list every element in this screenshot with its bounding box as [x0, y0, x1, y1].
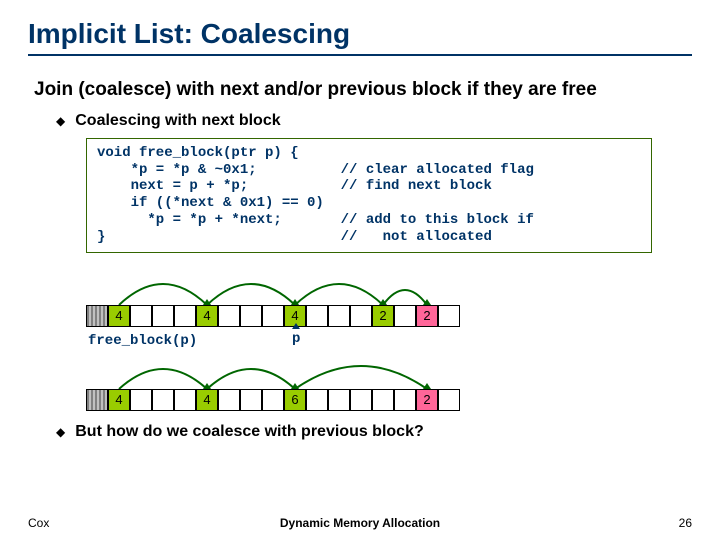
heap-cell [130, 389, 152, 411]
heap-cell [240, 305, 262, 327]
slide-footer: Cox Dynamic Memory Allocation 26 [0, 516, 720, 530]
bullet-icon: ◆ [56, 114, 65, 128]
heap-cell: 6 [284, 389, 306, 411]
title-rule [28, 54, 692, 56]
heap-cell [306, 305, 328, 327]
footer-page-number: 26 [679, 516, 692, 530]
heap-cell [86, 305, 108, 327]
heap-cell [328, 389, 350, 411]
heap-diagram: 44422 free_block(p) p 4462 [86, 263, 626, 411]
heap-cell: 4 [196, 389, 218, 411]
footer-author: Cox [28, 516, 49, 530]
pointer-p-arrow-icon [292, 323, 300, 329]
heap-cell [174, 305, 196, 327]
heap-row-before: 44422 [86, 263, 626, 327]
heap-cell [394, 305, 416, 327]
slide-title: Implicit List: Coalescing [28, 18, 692, 50]
heap-cell: 2 [372, 305, 394, 327]
heap-cell [328, 305, 350, 327]
bullet-icon: ◆ [56, 425, 65, 439]
heap-cell [218, 305, 240, 327]
link-arcs-before [86, 263, 626, 305]
bullet-text: But how do we coalesce with previous blo… [75, 423, 424, 441]
heap-cell [152, 389, 174, 411]
heap-cell [262, 305, 284, 327]
heap-cell [306, 389, 328, 411]
bullet-prev-question: ◆ But how do we coalesce with previous b… [28, 423, 692, 441]
pointer-p-label: p [292, 331, 300, 347]
heap-cell: 2 [416, 389, 438, 411]
bullet-coalesce-next: ◆ Coalescing with next block [28, 112, 692, 130]
free-block-call-label: free_block(p) [88, 333, 626, 349]
bullet-text: Coalescing with next block [75, 112, 280, 130]
heap-cell [174, 389, 196, 411]
heap-cell [218, 389, 240, 411]
heap-cell: 4 [108, 305, 130, 327]
heap-cell [262, 389, 284, 411]
heap-cell: 2 [416, 305, 438, 327]
heap-cell [130, 305, 152, 327]
heap-row-after: 4 4 6 2 [86, 353, 626, 411]
heap-cell [240, 389, 262, 411]
heap-cell [438, 305, 460, 327]
heap-cell [394, 389, 416, 411]
heap-cell [438, 389, 460, 411]
link-arcs-after [86, 353, 626, 389]
heap-cell [86, 389, 108, 411]
heap-cell [372, 389, 394, 411]
subtitle: Join (coalesce) with next and/or previou… [28, 78, 692, 102]
heap-cell [350, 305, 372, 327]
heap-cell: 4 [196, 305, 218, 327]
heap-cell: 4 [108, 389, 130, 411]
footer-title: Dynamic Memory Allocation [280, 516, 440, 530]
heap-cell [350, 389, 372, 411]
heap-cell [152, 305, 174, 327]
code-listing: void free_block(ptr p) { *p = *p & ~0x1;… [86, 138, 652, 253]
